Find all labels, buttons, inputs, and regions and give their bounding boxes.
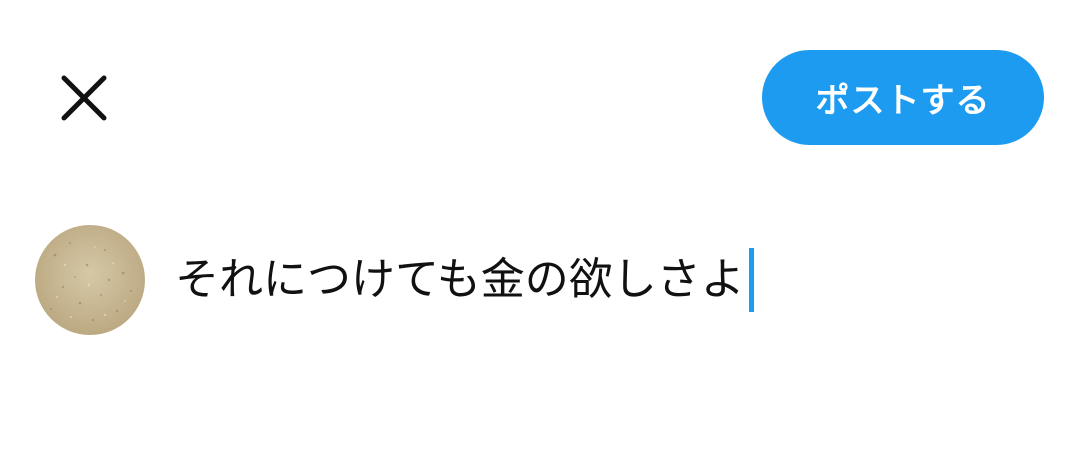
close-button[interactable] <box>50 64 118 132</box>
text-caret <box>748 248 754 312</box>
close-icon <box>60 74 108 122</box>
avatar[interactable] <box>35 225 145 335</box>
post-button[interactable]: ポストする <box>762 50 1044 145</box>
compose-screen: ポストする それにつけても金の欲しさよ <box>0 0 1080 468</box>
compose-text-input[interactable]: それにつけても金の欲しさよ <box>175 240 1035 320</box>
compose-text: それにつけても金の欲しさよ <box>175 254 745 305</box>
